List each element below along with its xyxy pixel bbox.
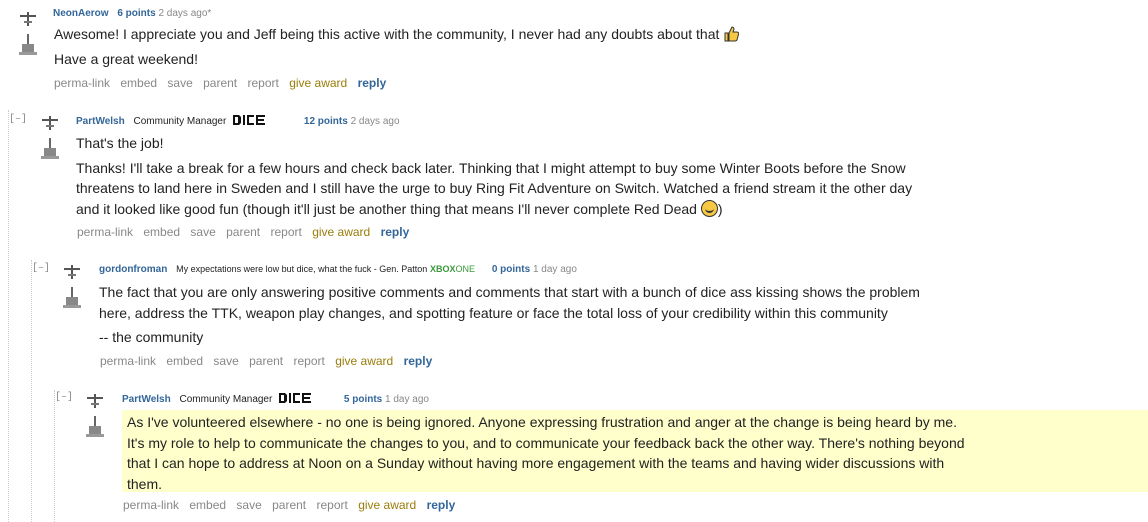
give-award-button[interactable]: give award: [312, 225, 370, 239]
report-button[interactable]: report: [316, 498, 347, 512]
embed-button[interactable]: embed: [189, 498, 226, 512]
embed-button[interactable]: embed: [166, 354, 203, 368]
permalink-button[interactable]: perma-link: [54, 76, 110, 90]
comment-tagline: NeonAerow 6 points 2 days ago*: [53, 8, 211, 19]
comment-paragraph: As I've volunteered elsewhere - no one i…: [127, 414, 965, 492]
grin-emoji-icon: [700, 199, 718, 217]
score: 5 points: [343, 394, 383, 405]
author-link[interactable]: gordonfroman: [99, 264, 167, 275]
report-button[interactable]: report: [293, 354, 324, 368]
report-button[interactable]: report: [270, 225, 301, 239]
user-flair: Community Manager: [179, 394, 273, 405]
comment-tagline: PartWelsh Community Manager 12 points 2 …: [76, 115, 400, 127]
avatar[interactable]: [85, 394, 105, 438]
save-button[interactable]: save: [167, 76, 192, 90]
report-button[interactable]: report: [247, 76, 278, 90]
comment-body: The fact that you are only answering pos…: [99, 282, 929, 348]
xbox-flair-icon: XBOXONE: [430, 264, 475, 274]
timestamp: 1 day ago: [532, 264, 577, 275]
thread-line: [54, 390, 55, 522]
dice-logo-icon: [279, 393, 312, 403]
comment-tagline: gordonfroman My expectations were low bu…: [99, 264, 577, 275]
avatar[interactable]: [40, 116, 60, 160]
avatar[interactable]: [62, 265, 82, 309]
embed-button[interactable]: embed: [143, 225, 180, 239]
score: 0 points: [491, 264, 531, 275]
comment-tagline: PartWelsh Community Manager 5 points 1 d…: [122, 393, 429, 405]
comment-paragraph: Awesome! I appreciate you and Jeff being…: [54, 26, 720, 42]
parent-button[interactable]: parent: [249, 354, 283, 368]
comment-actions: perma-link embed save parent report give…: [123, 498, 462, 512]
comment-body: Awesome! I appreciate you and Jeff being…: [54, 24, 954, 69]
collapse-toggle[interactable]: [–]: [55, 392, 73, 403]
timestamp: 2 days ago: [350, 116, 400, 127]
xbox-suffix: ONE: [455, 264, 476, 274]
timestamp: 1 day ago: [385, 394, 429, 405]
collapse-toggle[interactable]: [–]: [32, 263, 50, 274]
parent-button[interactable]: parent: [272, 498, 306, 512]
user-flair: My expectations were low but dice, what …: [176, 264, 428, 274]
author-link[interactable]: PartWelsh: [76, 116, 125, 127]
save-button[interactable]: save: [213, 354, 238, 368]
avatar[interactable]: [18, 12, 38, 56]
thread-line: [8, 110, 9, 522]
permalink-button[interactable]: perma-link: [100, 354, 156, 368]
comment-actions: perma-link embed save parent report give…: [54, 76, 393, 90]
timestamp: 2 days ago*: [158, 8, 212, 19]
collapse-toggle[interactable]: [–]: [9, 114, 27, 125]
reply-button[interactable]: reply: [381, 225, 410, 239]
parent-button[interactable]: parent: [226, 225, 260, 239]
comment-actions: perma-link embed save parent report give…: [100, 354, 439, 368]
comment-paragraph: The fact that you are only answering pos…: [99, 284, 920, 321]
score: 6 points: [117, 8, 156, 19]
comment-paragraph: Have a great weekend!: [54, 50, 198, 67]
give-award-button[interactable]: give award: [335, 354, 393, 368]
user-flair: Community Manager: [133, 116, 227, 127]
reply-button[interactable]: reply: [404, 354, 433, 368]
give-award-button[interactable]: give award: [358, 498, 416, 512]
reply-button[interactable]: reply: [427, 498, 456, 512]
reply-button[interactable]: reply: [358, 76, 387, 90]
permalink-button[interactable]: perma-link: [123, 498, 179, 512]
permalink-button[interactable]: perma-link: [77, 225, 133, 239]
comment-body: That's the job! Thanks! I'll take a brea…: [76, 133, 926, 219]
comment-actions: perma-link embed save parent report give…: [77, 225, 416, 239]
author-link[interactable]: PartWelsh: [122, 394, 171, 405]
comment-paragraph: Thanks! I'll take a break for a few hour…: [76, 158, 926, 220]
comment-paragraph: -- the community: [99, 329, 204, 345]
give-award-button[interactable]: give award: [289, 76, 347, 90]
parent-button[interactable]: parent: [203, 76, 237, 90]
save-button[interactable]: save: [236, 498, 261, 512]
thread-line: [31, 260, 32, 522]
score: 12 points: [303, 116, 348, 127]
comment-body: As I've volunteered elsewhere - no one i…: [122, 410, 1148, 492]
xbox-label: XBOX: [430, 264, 456, 274]
comment-paragraph: That's the job!: [76, 135, 164, 151]
author-link[interactable]: NeonAerow: [53, 8, 109, 19]
paragraph-text: ): [717, 200, 723, 217]
dice-logo-icon: [233, 115, 266, 125]
thumbs-up-icon: [724, 26, 740, 42]
paragraph-text: Thanks! I'll take a break for a few hour…: [76, 159, 913, 217]
embed-button[interactable]: embed: [120, 76, 157, 90]
save-button[interactable]: save: [190, 225, 215, 239]
